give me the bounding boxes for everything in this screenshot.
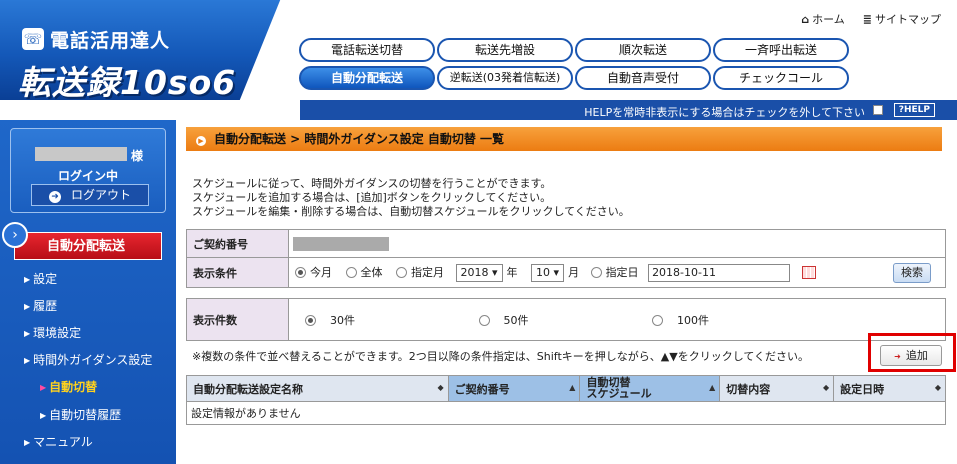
user-suffix: 様 (131, 149, 144, 163)
user-box: 様 ログイン中 ➜ ログアウト (10, 128, 166, 213)
triangle-right-icon: ▶ (24, 438, 31, 447)
contract-number-masked (293, 236, 389, 251)
sidebar-item-manual[interactable]: ▶ マニュアル (24, 433, 93, 450)
desc-line: スケジュールを追加する場合は、[追加]ボタンをクリックしてください。 (192, 191, 552, 204)
col-header-content[interactable]: 切替内容 ◆ (719, 375, 835, 402)
home-link[interactable]: ⌂ ホーム (801, 11, 845, 27)
top-links: ⌂ ホーム ≣ サイトマップ (801, 11, 941, 27)
triangle-right-icon: ▶ (24, 356, 31, 365)
sidebar-item-rireki[interactable]: ▶ 履歴 (24, 297, 57, 314)
phone-icon: ☏ (22, 28, 44, 50)
radio-30[interactable] (305, 314, 316, 326)
cond-options: 今月 全体 指定月 2018 ▾ 年 10 ▾ 月 指定日 2018-10-11 検… (288, 257, 946, 288)
col-header-name[interactable]: 自動分配転送設定名称 ◆ (186, 375, 449, 402)
sort-note: ※複数の条件で並べ替えることができます。2つ目以降の条件指定は、Shiftキーを… (192, 350, 810, 363)
sidebar-item-jido-kirikae[interactable]: ▶ 自動切替 (40, 378, 97, 395)
schedule-list-table: 自動分配転送設定名称 ◆ ご契約番号 ▲ 自動切替 スケジュール ▲ 切替内容 ◆ 設定日… (186, 375, 946, 425)
cond-label: 表示条件 (186, 257, 289, 288)
sort-icon[interactable]: ◆ (823, 383, 829, 392)
help-button[interactable]: ?HELP (893, 103, 935, 117)
sort-asc-icon[interactable]: ▲ (569, 383, 575, 392)
home-icon: ⌂ (801, 13, 810, 26)
logo-main-text: 転送録10so6 (18, 63, 237, 102)
login-status: ログイン中 (57, 169, 118, 183)
nav-junji-tenso[interactable]: 順次転送 (575, 38, 711, 62)
sort-asc-icon[interactable]: ▲ (709, 383, 715, 392)
triangle-right-icon: ▶ (24, 329, 31, 338)
sidebar-item-kankyo-settei[interactable]: ▶ 環境設定 (24, 324, 81, 341)
sidebar-item-jikangai-guidance[interactable]: ▶ 時間外ガイダンス設定 (24, 351, 152, 368)
empty-message: 設定情報がありません (186, 401, 946, 425)
sidebar-section-title[interactable]: 自動分配転送 (14, 232, 162, 260)
radio-zentai[interactable] (345, 266, 357, 278)
add-button[interactable]: ➜ 追加 (880, 345, 942, 366)
logo[interactable]: ☏ 電話活用達人 転送録10so6 (0, 0, 300, 102)
radio-shitei-bi[interactable] (590, 266, 602, 278)
search-button[interactable]: 検索 (893, 263, 931, 283)
radio-50[interactable] (478, 314, 490, 326)
nav-tensosaki-zosetsu[interactable]: 転送先増設 (437, 38, 573, 62)
table-row: 設定情報がありません (186, 401, 946, 425)
condition-table: ご契約番号 表示条件 今月 全体 指定月 2018 ▾ 年 10 ▾ 月 指定日 2… (186, 229, 946, 288)
logout-button[interactable]: ➜ ログアウト (31, 184, 149, 206)
page-description: スケジュールに従って、時間外ガイダンスの切替を行うことができます。 スケジュール… (192, 177, 630, 219)
nav-jido-bunpai-tenso[interactable]: 自動分配転送 (299, 66, 435, 90)
radio-shitei-tsuki[interactable] (396, 266, 407, 278)
sidebar: 様 ログイン中 ➜ ログアウト › 自動分配転送 ▶ 設定 ▶ 履歴 ▶ 環境設定 ▶ 時… (0, 120, 176, 464)
nav-jido-onsei-uketsuke[interactable]: 自動音声受付 (575, 66, 711, 90)
display-count-table: 表示件数 30件 50件 100件 (186, 298, 946, 341)
sort-icon[interactable]: ◆ (935, 383, 941, 392)
triangle-right-icon: ▶ (24, 275, 31, 284)
year-select[interactable]: 2018 ▾ (455, 263, 503, 282)
radio-kongetsu[interactable] (295, 266, 306, 278)
logo-top-text: 電話活用達人 (50, 30, 171, 52)
radio-100[interactable] (652, 314, 663, 326)
contract-label: ご契約番号 (186, 229, 289, 258)
app-window: ☏ 電話活用達人 転送録10so6 ⌂ ホーム ≣ サイトマップ 電話転送切替 転送… (0, 0, 957, 464)
arrow-right-icon: ➜ (48, 191, 61, 203)
desc-line: スケジュールを編集・削除する場合は、自動切替スケジュールをクリックしてください。 (192, 205, 630, 218)
nav-check-call[interactable]: チェックコール (713, 66, 849, 90)
chevron-right-icon: › (2, 222, 28, 248)
sort-icon[interactable]: ◆ (437, 383, 443, 392)
user-name-masked (35, 147, 127, 161)
triangle-right-icon: ▶ (40, 383, 47, 392)
sitemap-link[interactable]: ≣ サイトマップ (863, 11, 941, 27)
help-bar-text: HELPを常時非表示にする場合はチェックを外して下さい (584, 106, 865, 119)
col-header-datetime[interactable]: 設定日時 ◆ (833, 375, 946, 402)
sidebar-item-jido-kirikae-rireki[interactable]: ▶ 自動切替履歴 (40, 406, 121, 423)
sitemap-icon: ≣ (862, 13, 872, 26)
desc-line: スケジュールに従って、時間外ガイダンスの切替を行うことができます。 (192, 177, 552, 190)
help-checkbox[interactable] (873, 105, 883, 115)
nav-isse-yobidashi[interactable]: 一斉呼出転送 (713, 38, 849, 62)
month-select[interactable]: 10 ▾ (531, 263, 565, 282)
table-header-row: 自動分配転送設定名称 ◆ ご契約番号 ▲ 自動切替 スケジュール ▲ 切替内容 ◆ 設定日… (186, 375, 946, 402)
nav-denwa-tenso-kirikae[interactable]: 電話転送切替 (299, 38, 435, 62)
count-label: 表示件数 (186, 298, 289, 341)
date-input[interactable]: 2018-10-11 (648, 263, 791, 282)
breadcrumb: ▶ 自動分配転送 > 時間外ガイダンス設定 自動切替 一覧 (186, 127, 942, 151)
col-header-contract[interactable]: ご契約番号 ▲ (447, 375, 581, 402)
arrow-right-icon: ➜ (894, 352, 901, 361)
triangle-right-icon: ▶ (24, 302, 31, 311)
col-header-schedule[interactable]: 自動切替 スケジュール ▲ (579, 375, 721, 402)
bullet-arrow-icon: ▶ (196, 136, 206, 146)
triangle-right-icon: ▶ (40, 411, 47, 420)
help-bar: HELPを常時非表示にする場合はチェックを外して下さい ?HELP (300, 100, 957, 120)
nav-gyaku-tenso[interactable]: 逆転送(03発着信転送) (437, 66, 573, 90)
sidebar-item-settei[interactable]: ▶ 設定 (24, 270, 57, 287)
count-options: 30件 50件 100件 (288, 298, 946, 341)
contract-value (288, 229, 946, 258)
calendar-icon[interactable] (801, 266, 816, 279)
